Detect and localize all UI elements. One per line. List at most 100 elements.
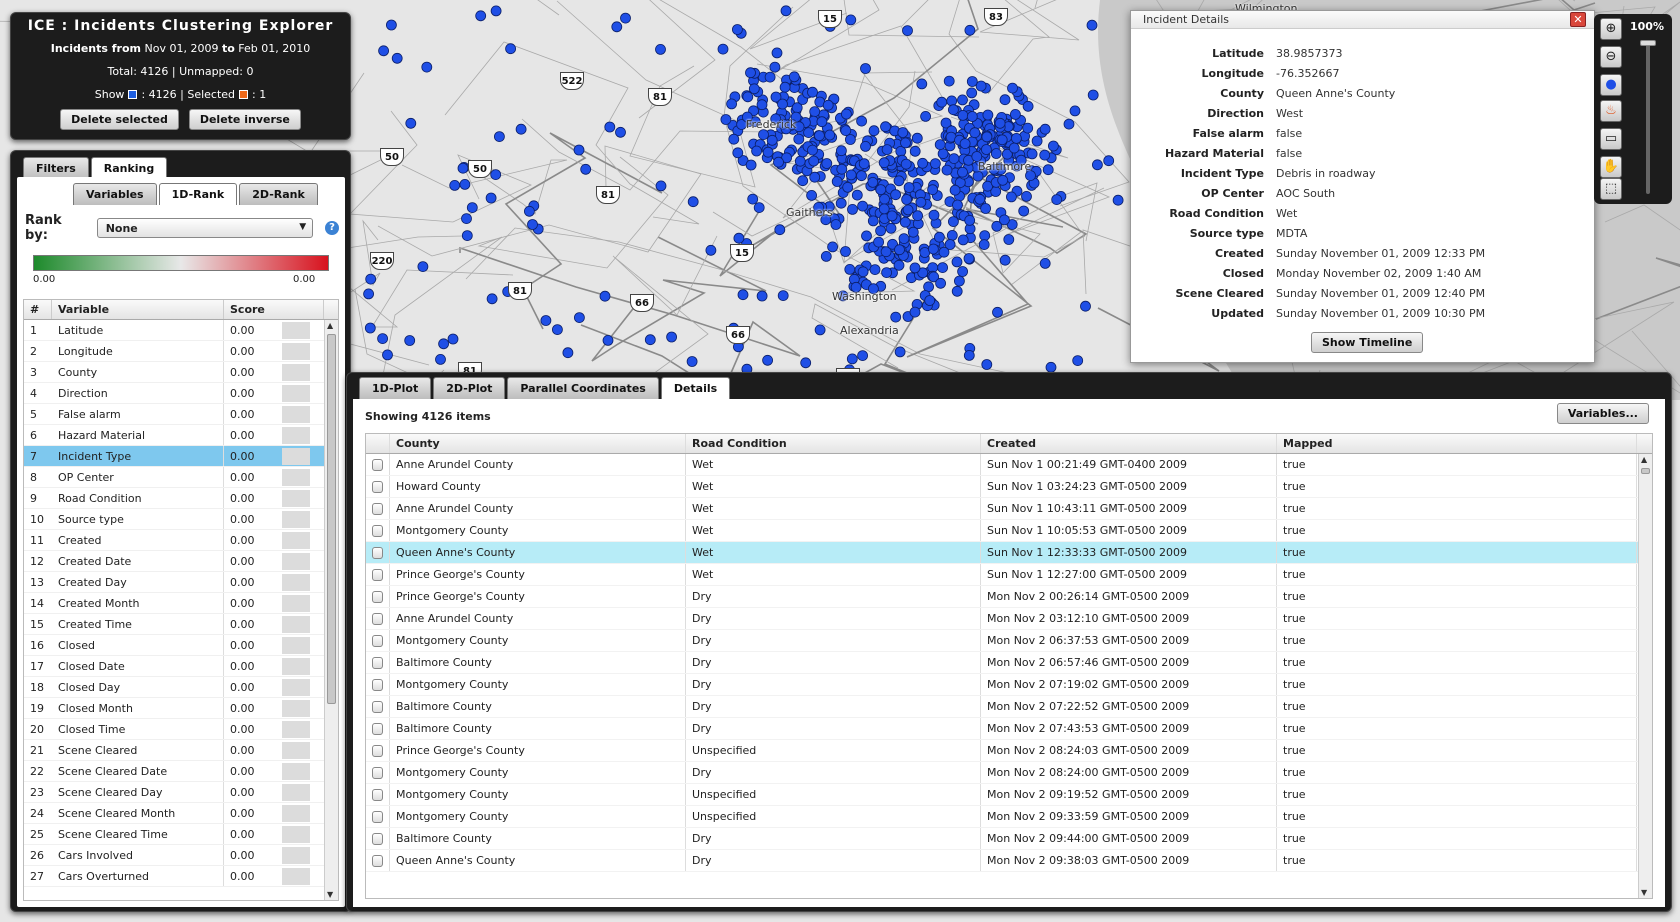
row-select-box[interactable] bbox=[372, 458, 383, 471]
incident-marker[interactable] bbox=[1022, 122, 1034, 134]
table-row[interactable]: 13 Created Day 0.00 bbox=[24, 572, 338, 593]
table-row[interactable]: 21 Scene Cleared 0.00 bbox=[24, 740, 338, 761]
incident-marker[interactable] bbox=[890, 189, 901, 201]
incident-marker[interactable] bbox=[435, 353, 446, 365]
incident-marker[interactable] bbox=[881, 267, 892, 279]
incident-marker[interactable] bbox=[907, 226, 919, 238]
incident-marker[interactable] bbox=[762, 354, 773, 366]
scroll-down-icon[interactable]: ▼ bbox=[1641, 888, 1647, 897]
incident-marker[interactable] bbox=[990, 148, 1002, 159]
incident-marker[interactable] bbox=[655, 44, 666, 55]
incident-marker[interactable] bbox=[562, 347, 574, 359]
row-select-box[interactable] bbox=[372, 700, 383, 713]
table-row[interactable]: Anne Arundel County Wet Sun Nov 1 10:43:11… bbox=[366, 498, 1652, 520]
incident-marker[interactable] bbox=[951, 285, 963, 297]
incident-marker[interactable] bbox=[860, 140, 871, 152]
table-row[interactable]: Montgomery County Unspecified Mon Nov 2 09… bbox=[366, 784, 1652, 806]
incident-marker[interactable] bbox=[996, 134, 1008, 146]
incident-marker[interactable] bbox=[1045, 361, 1057, 373]
incident-marker[interactable] bbox=[1080, 300, 1091, 312]
row-checkbox[interactable] bbox=[366, 718, 390, 739]
incident-marker[interactable] bbox=[774, 224, 786, 236]
incident-marker[interactable] bbox=[780, 5, 792, 17]
incident-marker[interactable] bbox=[978, 239, 990, 251]
incident-marker[interactable] bbox=[930, 158, 941, 170]
tab-2d-rank[interactable]: 2D-Rank bbox=[239, 183, 318, 205]
table-row[interactable]: Prince George's County Wet Sun Nov 1 12:27… bbox=[366, 564, 1652, 586]
incident-marker[interactable] bbox=[515, 123, 527, 135]
heat-icon[interactable]: ♨ bbox=[1600, 100, 1622, 122]
row-select-box[interactable] bbox=[372, 744, 383, 757]
incident-marker[interactable] bbox=[756, 99, 768, 111]
incident-marker[interactable] bbox=[461, 213, 472, 225]
row-checkbox[interactable] bbox=[366, 586, 390, 607]
incident-marker[interactable] bbox=[461, 230, 473, 242]
incident-marker[interactable] bbox=[779, 81, 791, 93]
incident-marker[interactable] bbox=[1031, 135, 1043, 147]
incident-marker[interactable] bbox=[974, 193, 986, 205]
row-select-box[interactable] bbox=[372, 854, 383, 867]
row-select-box[interactable] bbox=[372, 568, 383, 581]
incident-marker[interactable] bbox=[840, 125, 852, 137]
incident-marker[interactable] bbox=[762, 146, 774, 158]
table-row[interactable]: Prince George's County Dry Mon Nov 2 00:26… bbox=[366, 586, 1652, 608]
incident-marker[interactable] bbox=[964, 24, 976, 36]
column-header-num[interactable]: # bbox=[24, 300, 52, 319]
table-row[interactable]: 2 Longitude 0.00 bbox=[24, 341, 338, 362]
row-checkbox[interactable] bbox=[366, 762, 390, 783]
incident-marker[interactable] bbox=[1022, 100, 1034, 112]
incident-marker[interactable] bbox=[963, 253, 975, 264]
zoom-slider[interactable] bbox=[1646, 44, 1650, 194]
incident-marker[interactable] bbox=[894, 346, 906, 358]
incident-marker[interactable] bbox=[935, 277, 946, 289]
incident-marker[interactable] bbox=[540, 315, 552, 326]
incident-marker[interactable] bbox=[382, 349, 393, 361]
incident-marker[interactable] bbox=[979, 230, 991, 242]
tab-parallel-coordinates[interactable]: Parallel Coordinates bbox=[507, 377, 659, 399]
incident-marker[interactable] bbox=[878, 203, 890, 215]
incident-marker[interactable] bbox=[764, 71, 776, 83]
incident-marker[interactable] bbox=[687, 196, 699, 208]
scroll-up-icon[interactable]: ▲ bbox=[327, 321, 333, 330]
incident-marker[interactable] bbox=[928, 209, 940, 221]
incident-marker[interactable] bbox=[580, 163, 592, 175]
tab-details[interactable]: Details bbox=[660, 377, 731, 399]
incident-marker[interactable] bbox=[365, 273, 377, 285]
row-checkbox[interactable] bbox=[366, 806, 390, 827]
details-table-scrollbar[interactable]: ▲ ▼ bbox=[1638, 454, 1652, 898]
tab-filters[interactable]: Filters bbox=[23, 157, 89, 179]
incident-marker[interactable] bbox=[845, 134, 856, 145]
incident-marker[interactable] bbox=[814, 324, 826, 336]
incident-marker[interactable] bbox=[1072, 355, 1084, 367]
incident-marker[interactable] bbox=[928, 243, 939, 255]
incident-marker[interactable] bbox=[909, 145, 921, 157]
incident-marker[interactable] bbox=[705, 244, 717, 256]
incident-marker[interactable] bbox=[999, 214, 1010, 226]
row-select-box[interactable] bbox=[372, 634, 383, 647]
incident-marker[interactable] bbox=[1042, 164, 1054, 176]
incident-marker[interactable] bbox=[966, 87, 978, 99]
incident-marker[interactable] bbox=[1112, 194, 1124, 206]
variables-button[interactable]: Variables... bbox=[1556, 403, 1649, 424]
column-header-mapped[interactable]: Mapped bbox=[1277, 434, 1637, 453]
table-row[interactable]: 8 OP Center 0.00 bbox=[24, 467, 338, 488]
incident-marker[interactable] bbox=[773, 156, 784, 168]
layer-icon[interactable]: ▭ bbox=[1600, 128, 1622, 150]
incident-marker[interactable] bbox=[1018, 205, 1030, 217]
incident-marker[interactable] bbox=[902, 204, 914, 216]
close-icon[interactable]: ✕ bbox=[1570, 12, 1586, 27]
table-row[interactable]: 25 Scene Cleared Time 0.00 bbox=[24, 824, 338, 845]
row-checkbox[interactable] bbox=[366, 454, 390, 475]
tab-1d-rank[interactable]: 1D-Rank bbox=[158, 183, 238, 205]
tab-2d-plot[interactable]: 2D-Plot bbox=[433, 377, 506, 399]
row-checkbox[interactable] bbox=[366, 740, 390, 761]
incident-marker[interactable] bbox=[885, 222, 897, 234]
incident-marker[interactable] bbox=[957, 110, 969, 121]
incident-marker[interactable] bbox=[417, 261, 429, 273]
incident-marker[interactable] bbox=[867, 215, 879, 227]
incident-marker[interactable] bbox=[421, 61, 433, 73]
incident-marker[interactable] bbox=[378, 45, 390, 57]
table-row[interactable]: 22 Scene Cleared Date 0.00 bbox=[24, 761, 338, 782]
incident-marker[interactable] bbox=[902, 25, 913, 37]
incident-marker[interactable] bbox=[1069, 105, 1081, 117]
